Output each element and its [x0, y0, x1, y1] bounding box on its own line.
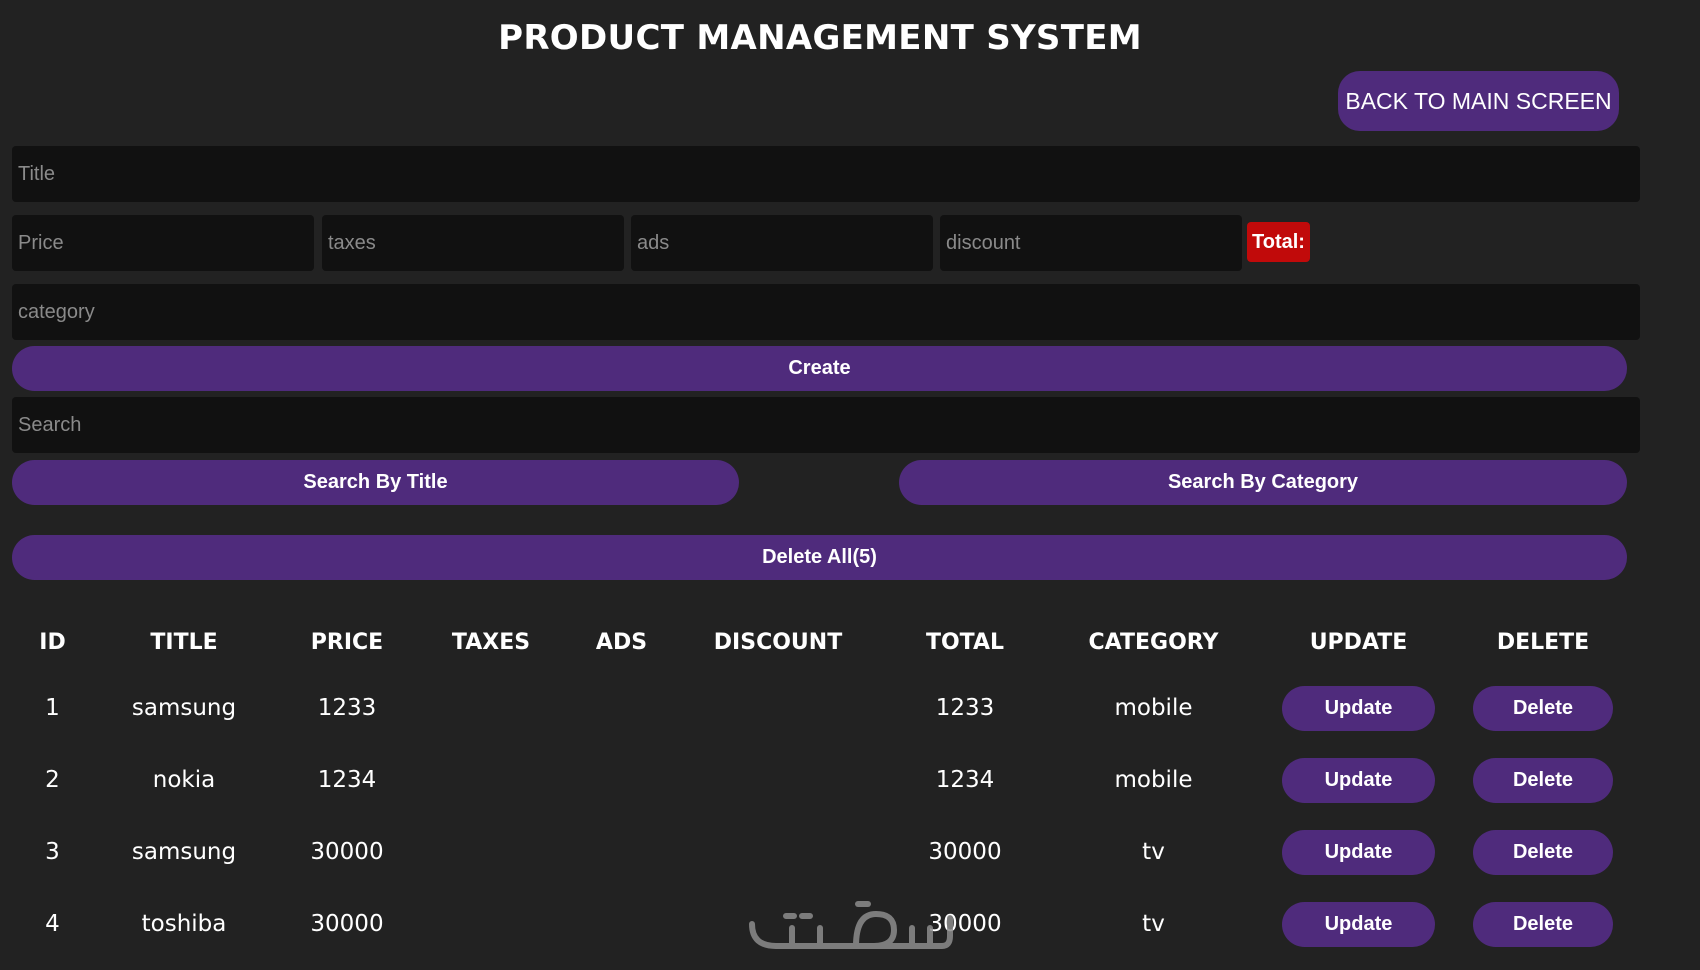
- cell-ads: [563, 888, 680, 960]
- header-title: TITLE: [150, 629, 218, 655]
- header-update: UPDATE: [1309, 629, 1408, 655]
- cell-update: Update: [1253, 672, 1464, 744]
- cell-category: mobile: [1114, 695, 1193, 721]
- update-button[interactable]: Update: [1282, 757, 1435, 803]
- header-taxes: TAXES: [451, 629, 531, 655]
- cell-total: 1233: [935, 695, 995, 721]
- cell-delete: Delete: [1464, 672, 1622, 744]
- page-title: PRODUCT MANAGEMENT SYSTEM: [498, 18, 1142, 58]
- price-input[interactable]: [12, 215, 314, 271]
- table-row: 2 nokia 1234 1234 mobile Update Delete: [12, 744, 1622, 816]
- back-to-main-button[interactable]: BACK TO MAIN SCREEN: [1338, 71, 1619, 131]
- search-by-category-button[interactable]: Search By Category: [899, 460, 1627, 505]
- cell-id: 1: [45, 695, 60, 721]
- cell-update: Update: [1253, 888, 1464, 960]
- update-button[interactable]: Update: [1282, 901, 1435, 947]
- cell-category: tv: [1142, 911, 1165, 937]
- discount-input[interactable]: [940, 215, 1242, 271]
- header-discount: DISCOUNT: [713, 629, 843, 655]
- cell-delete: Delete: [1464, 744, 1622, 816]
- cell-discount: [680, 816, 876, 888]
- cell-price: 1233: [317, 695, 377, 721]
- update-button[interactable]: Update: [1282, 685, 1435, 731]
- category-input[interactable]: [12, 284, 1640, 340]
- khamsat-logo-icon: [749, 901, 953, 949]
- cell-title: nokia: [152, 767, 216, 793]
- cell-taxes: [419, 672, 563, 744]
- taxes-input[interactable]: [322, 215, 624, 271]
- cell-price: 1234: [317, 767, 377, 793]
- cell-taxes: [419, 888, 563, 960]
- title-input[interactable]: [12, 146, 1640, 202]
- table-header-row: ID TITLE PRICE TAXES ADS DISCOUNT TOTAL …: [12, 612, 1622, 672]
- table-row: 3 samsung 30000 30000 tv Update Delete: [12, 816, 1622, 888]
- header-category: CATEGORY: [1088, 629, 1219, 655]
- cell-title: toshiba: [141, 911, 227, 937]
- header-delete: DELETE: [1496, 629, 1590, 655]
- update-button[interactable]: Update: [1282, 829, 1435, 875]
- cell-total: 30000: [928, 839, 1002, 865]
- cell-delete: Delete: [1464, 888, 1622, 960]
- header-id: ID: [39, 629, 66, 655]
- search-by-title-button[interactable]: Search By Title: [12, 460, 739, 505]
- cell-ads: [563, 672, 680, 744]
- delete-all-button[interactable]: Delete All(5): [12, 535, 1627, 580]
- cell-title: samsung: [131, 839, 237, 865]
- cell-id: 2: [45, 767, 60, 793]
- cell-taxes: [419, 744, 563, 816]
- delete-button[interactable]: Delete: [1473, 901, 1613, 947]
- total-badge: Total:: [1247, 222, 1310, 262]
- delete-button[interactable]: Delete: [1473, 829, 1613, 875]
- cell-ads: [563, 744, 680, 816]
- cell-delete: Delete: [1464, 816, 1622, 888]
- header-total: TOTAL: [925, 629, 1005, 655]
- cell-category: mobile: [1114, 767, 1193, 793]
- cell-update: Update: [1253, 816, 1464, 888]
- cell-id: 4: [45, 911, 60, 937]
- create-button[interactable]: Create: [12, 346, 1627, 391]
- cell-total: 1234: [935, 767, 995, 793]
- cell-discount: [680, 744, 876, 816]
- cell-category: tv: [1142, 839, 1165, 865]
- table-row: 1 samsung 1233 1233 mobile Update Delete: [12, 672, 1622, 744]
- cell-discount: [680, 672, 876, 744]
- search-input[interactable]: [12, 397, 1640, 453]
- ads-input[interactable]: [631, 215, 933, 271]
- cell-title: samsung: [131, 695, 237, 721]
- cell-price: 30000: [310, 911, 384, 937]
- delete-button[interactable]: Delete: [1473, 685, 1613, 731]
- header-price: PRICE: [310, 629, 384, 655]
- header-ads: ADS: [595, 629, 648, 655]
- cell-taxes: [419, 816, 563, 888]
- cell-update: Update: [1253, 744, 1464, 816]
- cell-id: 3: [45, 839, 60, 865]
- cell-ads: [563, 816, 680, 888]
- cell-price: 30000: [310, 839, 384, 865]
- delete-button[interactable]: Delete: [1473, 757, 1613, 803]
